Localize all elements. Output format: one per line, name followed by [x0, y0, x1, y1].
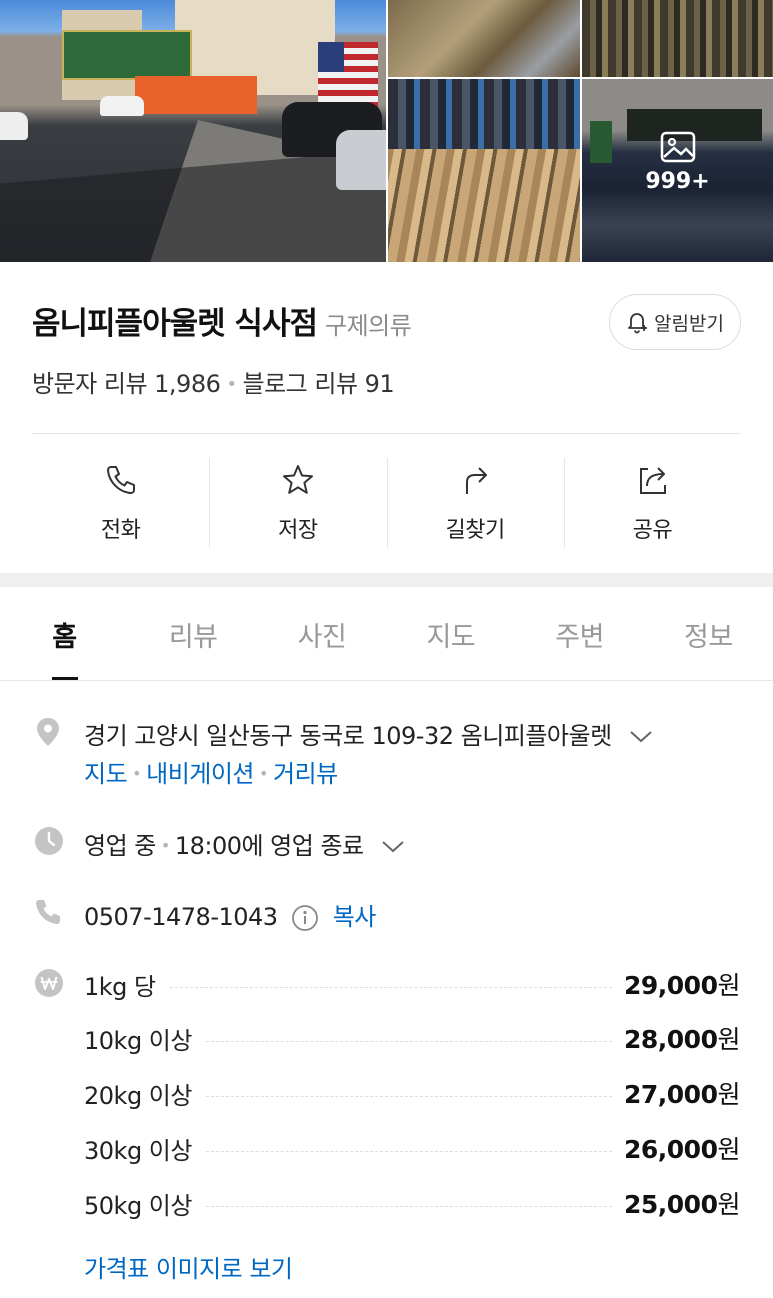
section-separator	[0, 573, 773, 587]
photo-gallery[interactable]: 999+	[0, 0, 773, 262]
price-row: 20kg 이상 27,000원	[84, 1076, 740, 1110]
address-row[interactable]: 경기 고양시 일산동구 동국로 109-32 옴니피플아울렛	[84, 716, 653, 751]
phone-row: 0507-1478-1043 복사	[84, 897, 376, 932]
price-item: 30kg 이상	[84, 1136, 192, 1165]
phone-icon	[36, 900, 60, 924]
visitor-review-link[interactable]: 방문자 리뷰 1,986	[32, 370, 221, 398]
share-label: 공유	[632, 518, 673, 543]
chevron-down-icon[interactable]	[629, 730, 653, 744]
info-circle-icon[interactable]	[291, 904, 319, 932]
street-view-link[interactable]: 거리뷰	[273, 760, 338, 788]
place-title: 옴니피플아울렛 식사점 구제의류	[32, 298, 412, 343]
call-label: 전화	[100, 518, 141, 543]
review-summary: 방문자 리뷰 1,986 • 블로그 리뷰 91	[32, 370, 395, 398]
price-row: 50kg 이상 25,000원	[84, 1186, 740, 1220]
open-status: 영업 중	[84, 832, 156, 860]
photo-more-thumbnail[interactable]: 999+	[582, 79, 773, 262]
price-value: 28,000원	[624, 1025, 740, 1054]
photo-thumbnail[interactable]	[388, 0, 580, 77]
tab-bar: 홈 리뷰 사진 지도 주변 정보	[0, 587, 773, 681]
bell-plus-icon	[628, 313, 648, 334]
directions-icon	[466, 467, 488, 494]
price-row: 1kg 당 29,000원	[84, 967, 740, 1001]
won-currency-icon	[35, 969, 63, 997]
price-value: 26,000원	[624, 1135, 740, 1164]
notification-button[interactable]: 알림받기	[609, 294, 741, 350]
photo-thumbnail[interactable]	[388, 79, 580, 262]
map-link[interactable]: 지도	[84, 760, 128, 788]
store-sign	[62, 30, 192, 80]
clock-icon	[35, 827, 63, 855]
tab-reviews[interactable]: 리뷰	[129, 587, 258, 680]
divider	[32, 433, 741, 434]
tab-info[interactable]: 정보	[644, 587, 773, 680]
place-name: 옴니피플아울렛 식사점	[32, 306, 318, 342]
price-value: 25,000원	[624, 1190, 740, 1219]
price-item: 50kg 이상	[84, 1191, 192, 1220]
directions-button[interactable]: 길찾기	[386, 458, 564, 550]
phone-icon	[106, 466, 135, 494]
share-icon	[640, 467, 667, 494]
chevron-down-icon[interactable]	[381, 840, 405, 854]
price-row: 10kg 이상 28,000원	[84, 1021, 740, 1055]
main-photo[interactable]	[0, 0, 386, 262]
price-item: 10kg 이상	[84, 1026, 192, 1055]
call-button[interactable]: 전화	[32, 458, 209, 550]
price-image-link[interactable]: 가격표 이미지로 보기	[84, 1249, 293, 1284]
closing-time: 18:00에 영업 종료	[174, 832, 364, 860]
copy-button[interactable]: 복사	[333, 903, 377, 931]
blog-review-link[interactable]: 블로그 리뷰 91	[243, 370, 395, 398]
save-button[interactable]: 저장	[209, 458, 386, 550]
price-row: 30kg 이상 26,000원	[84, 1131, 740, 1165]
place-header: 옴니피플아울렛 식사점 구제의류 알림받기	[32, 294, 741, 352]
location-pin-icon	[37, 718, 59, 746]
photo-count: 999+	[645, 169, 710, 194]
share-button[interactable]: 공유	[563, 458, 741, 550]
tab-map[interactable]: 지도	[386, 587, 515, 680]
star-icon	[282, 465, 313, 494]
address-links: 지도 • 내비게이션 • 거리뷰	[84, 760, 338, 788]
notification-label: 알림받기	[654, 312, 724, 335]
photo-thumbnail[interactable]	[582, 0, 773, 77]
price-item: 1kg 당	[84, 972, 156, 1001]
action-bar: 전화 저장 길찾기 공유	[32, 458, 741, 550]
image-gallery-icon	[660, 131, 695, 163]
hours-row[interactable]: 영업 중 • 18:00에 영업 종료	[84, 826, 405, 861]
tab-photos[interactable]: 사진	[258, 587, 387, 680]
price-value: 29,000원	[624, 971, 740, 1000]
price-value: 27,000원	[624, 1080, 740, 1109]
place-category: 구제의류	[325, 312, 412, 340]
save-label: 저장	[278, 518, 318, 543]
price-item: 20kg 이상	[84, 1081, 192, 1110]
tab-home[interactable]: 홈	[0, 587, 129, 680]
directions-label: 길찾기	[445, 518, 506, 543]
address-text: 경기 고양시 일산동구 동국로 109-32 옴니피플아울렛	[84, 722, 612, 750]
navigation-link[interactable]: 내비게이션	[146, 760, 254, 788]
tab-nearby[interactable]: 주변	[515, 587, 644, 680]
phone-number[interactable]: 0507-1478-1043	[84, 903, 278, 931]
